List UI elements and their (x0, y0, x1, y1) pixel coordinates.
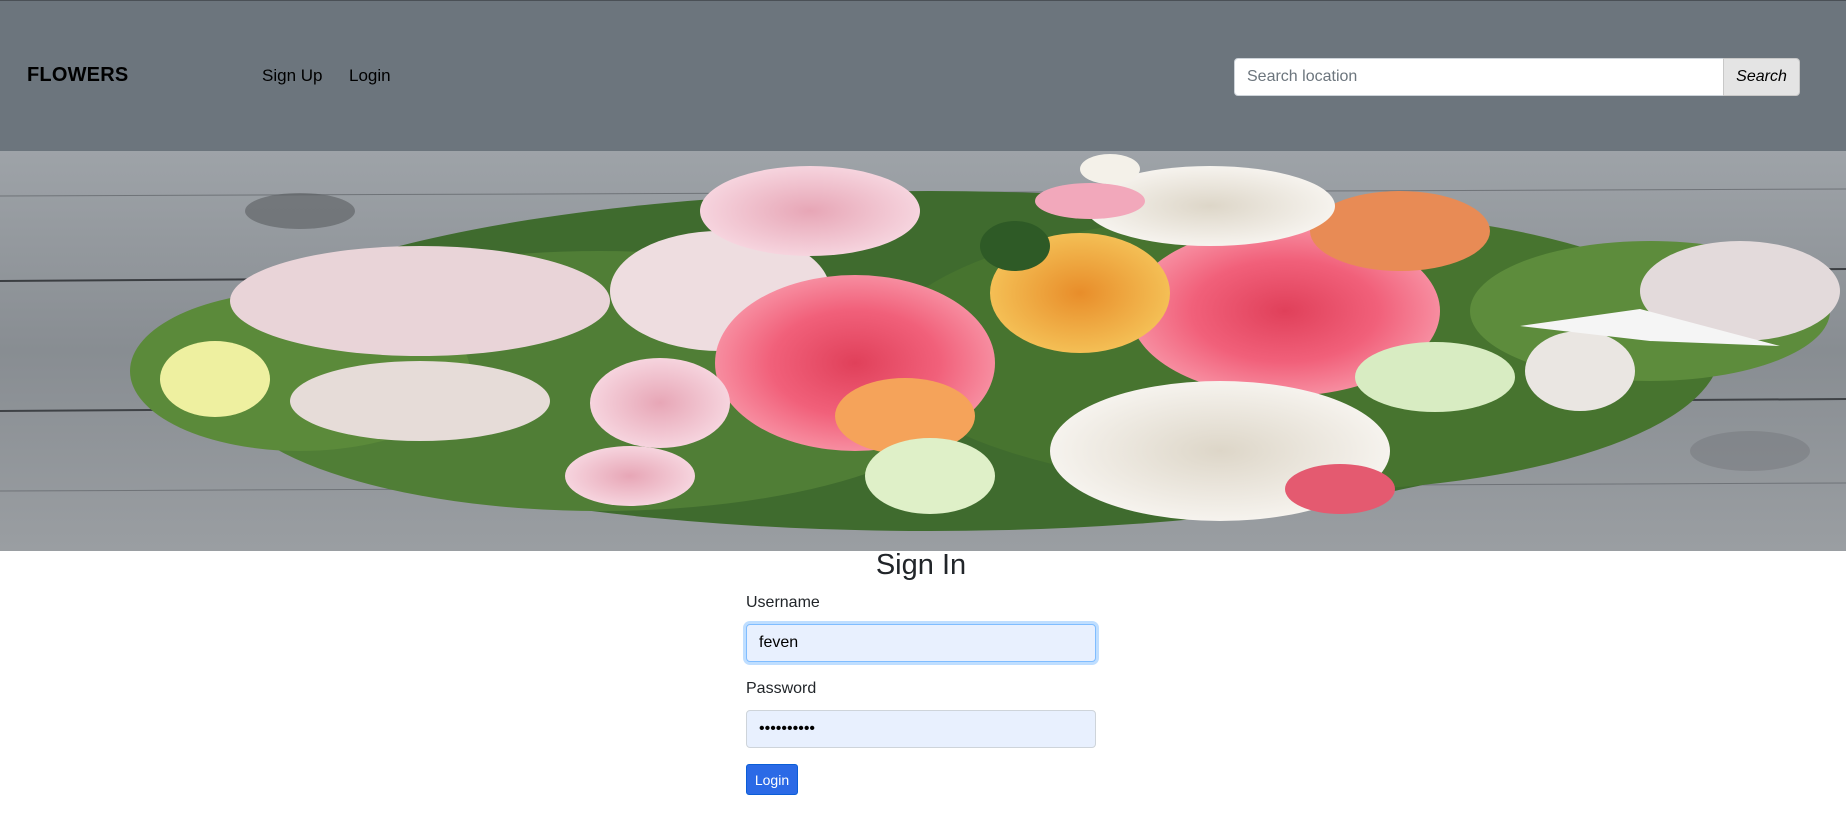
login-button[interactable]: Login (746, 764, 798, 795)
nav-link-login[interactable]: Login (349, 66, 391, 86)
hero-flower-image (0, 151, 1846, 551)
sign-in-title: Sign In (875, 549, 967, 581)
nav-link-sign-up[interactable]: Sign Up (262, 66, 322, 86)
username-field[interactable] (746, 624, 1096, 662)
password-field[interactable] (746, 710, 1096, 748)
top-navbar: FLOWERS Sign Up Login Search (0, 0, 1846, 151)
flower-bouquet-illustration (0, 151, 1846, 551)
brand-logo[interactable]: FLOWERS (27, 64, 128, 87)
search-location-input[interactable] (1234, 58, 1724, 96)
password-label: Password (746, 680, 817, 697)
search-button[interactable]: Search (1723, 58, 1800, 96)
username-label: Username (746, 594, 820, 611)
